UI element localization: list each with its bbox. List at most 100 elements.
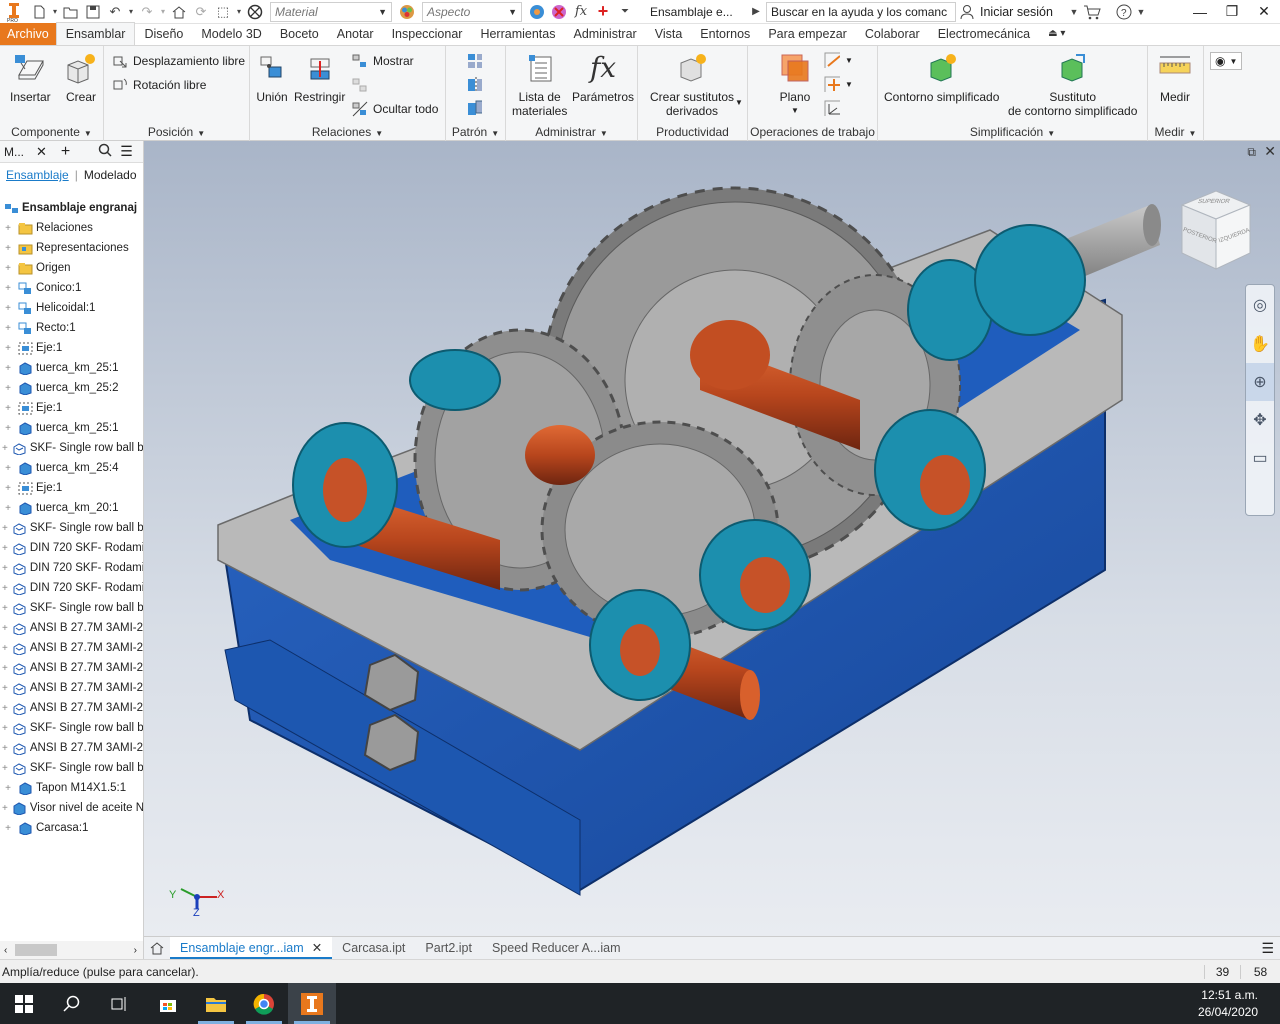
undo-icon[interactable]: ↶ — [104, 1, 126, 23]
expand-icon[interactable]: + — [2, 323, 14, 334]
chevron-right-icon[interactable]: ▶ — [750, 1, 762, 23]
viewcube[interactable]: SUPERIOR POSTERIOR IZQUIERDA — [1178, 189, 1254, 271]
expand-icon[interactable]: + — [2, 803, 8, 814]
document-tab-carcasa[interactable]: Carcasa.ipt — [332, 937, 415, 959]
tree-node[interactable]: + tuerca_km_25:1 — [0, 418, 143, 438]
ribbon-dropdown-button[interactable]: ◉ ▼ — [1210, 52, 1243, 70]
expand-icon[interactable]: + — [2, 463, 14, 474]
material-ball-icon[interactable] — [244, 1, 266, 23]
chevron-down-icon[interactable]: ▼ — [1067, 1, 1081, 23]
tree-node[interactable]: + Eje:1 — [0, 478, 143, 498]
work-axis-button[interactable]: ▼ — [824, 52, 853, 68]
expand-icon[interactable]: + — [2, 443, 8, 454]
tree-node[interactable]: + DIN 720 SKF- Rodami — [0, 538, 143, 558]
chevron-down-icon[interactable]: ▼ — [1135, 1, 1147, 23]
viewport-close-icon[interactable]: ✕ — [1264, 143, 1276, 160]
tree-node[interactable]: + tuerca_km_25:4 — [0, 458, 143, 478]
zoom-icon[interactable]: ⊕ — [1246, 363, 1274, 401]
tree-node[interactable]: + tuerca_km_20:1 — [0, 498, 143, 518]
tab-archivo[interactable]: Archivo — [0, 23, 56, 45]
expand-icon[interactable]: + — [2, 643, 8, 654]
store-icon[interactable] — [144, 983, 192, 1024]
pattern-button[interactable] — [466, 52, 487, 68]
browser-hscrollbar[interactable]: ‹ › — [0, 941, 143, 959]
search-icon[interactable] — [48, 983, 96, 1024]
expand-icon[interactable]: + — [2, 563, 8, 574]
panel-patron-label[interactable]: Patrón ▼ — [446, 125, 505, 139]
tree-node[interactable]: + Origen — [0, 258, 143, 278]
minimize-icon[interactable]: — — [1184, 0, 1216, 24]
restore-icon[interactable]: ❐ — [1216, 0, 1248, 24]
ocultar-todo-button[interactable]: Ocultar todo — [352, 101, 438, 117]
tab-ensamblaje[interactable]: Ensamblaje — [6, 168, 69, 182]
chevron-left-icon[interactable]: ‹ — [4, 945, 7, 956]
orbit-icon[interactable]: ✥ — [1246, 401, 1274, 439]
document-tab-ensamblaje[interactable]: Ensamblaje engr...iam ✕ — [170, 937, 333, 959]
expand-icon[interactable]: + — [2, 603, 8, 614]
panel-administrar-label[interactable]: Administrar ▼ — [506, 125, 637, 139]
tab-boceto[interactable]: Boceto — [271, 23, 328, 45]
close-icon[interactable]: ✕ — [36, 144, 47, 160]
expand-icon[interactable]: + — [2, 543, 8, 554]
tree-node[interactable]: + ANSI B 27.7M 3AMI-2 — [0, 618, 143, 638]
expand-icon[interactable]: + — [2, 403, 14, 414]
tab-para-empezar[interactable]: Para empezar — [759, 23, 856, 45]
expand-icon[interactable]: + — [2, 703, 8, 714]
material-select[interactable]: Material ▼ — [270, 1, 392, 22]
expand-icon[interactable]: + — [2, 723, 8, 734]
parametros-button[interactable]: fx Parámetros — [572, 50, 634, 105]
appearance-icon[interactable] — [396, 1, 418, 23]
expand-icon[interactable]: + — [2, 283, 14, 294]
tree-node[interactable]: + ANSI B 27.7M 3AMI-2 — [0, 738, 143, 758]
tree-node[interactable]: + Representaciones — [0, 238, 143, 258]
document-tab-speed-reducer[interactable]: Speed Reducer A...iam — [482, 937, 631, 959]
chevron-right-icon[interactable]: › — [134, 945, 137, 956]
close-icon[interactable]: ✕ — [1248, 0, 1280, 24]
tree-node[interactable]: + SKF- Single row ball b — [0, 518, 143, 538]
tab-ensamblar[interactable]: Ensamblar — [55, 22, 136, 45]
tree-node[interactable]: + SKF- Single row ball b — [0, 598, 143, 618]
scroll-thumb[interactable] — [15, 944, 58, 956]
steering-wheel-icon[interactable]: ◎ — [1246, 285, 1274, 325]
home-icon[interactable] — [144, 941, 170, 955]
copy-button[interactable] — [466, 100, 487, 116]
expand-icon[interactable]: + — [2, 663, 8, 674]
home-icon[interactable] — [168, 1, 190, 23]
expand-icon[interactable]: + — [2, 823, 14, 834]
task-view-icon[interactable] — [96, 983, 144, 1024]
expand-icon[interactable]: + — [2, 423, 14, 434]
medir-button[interactable]: Medir — [1158, 50, 1192, 104]
plano-button[interactable]: Plano ▼ — [778, 50, 812, 118]
document-list-menu-icon[interactable]: ☰ — [1261, 940, 1274, 957]
tab-administrar[interactable]: Administrar — [564, 23, 645, 45]
cart-icon[interactable] — [1081, 1, 1103, 23]
menu-icon[interactable]: ☰ — [120, 143, 133, 160]
tree-node[interactable]: + DIN 720 SKF- Rodami — [0, 558, 143, 578]
add-icon[interactable]: + — [61, 143, 70, 161]
contorno-simplificado-button[interactable]: Contorno simplificado — [884, 50, 999, 104]
chevron-down-icon[interactable]: ▾ — [126, 1, 136, 23]
expand-icon[interactable]: + — [2, 303, 14, 314]
open-folder-icon[interactable] — [60, 1, 82, 23]
tab-colaborar[interactable]: Colaborar — [856, 23, 929, 45]
show-sick-button[interactable] — [352, 77, 373, 93]
expand-icon[interactable]: + — [2, 223, 14, 234]
inventor-logo-icon[interactable]: PRO — [0, 0, 28, 24]
tab-diseno[interactable]: Diseño — [135, 23, 192, 45]
system-clock[interactable]: 12:51 a.m. 26/04/2020 — [1198, 987, 1258, 1021]
union-button[interactable]: Unión — [255, 50, 289, 104]
tree-node[interactable]: + Relaciones — [0, 218, 143, 238]
panel-medir-label[interactable]: Medir ▼ — [1148, 125, 1203, 139]
document-tab-part2[interactable]: Part2.ipt — [415, 937, 482, 959]
add-icon[interactable]: + — [592, 1, 614, 23]
tab-electromecanica[interactable]: Electromecánica — [929, 23, 1039, 45]
expand-icon[interactable]: + — [2, 783, 14, 794]
tab-modelado[interactable]: Modelado — [84, 168, 137, 182]
select-icon[interactable]: ⬚ — [212, 1, 234, 23]
expand-icon[interactable]: + — [2, 483, 14, 494]
tab-modelo-3d[interactable]: Modelo 3D — [192, 23, 270, 45]
new-file-icon[interactable] — [28, 1, 50, 23]
redo-icon[interactable]: ↷ — [136, 1, 158, 23]
save-icon[interactable] — [82, 1, 104, 23]
tree-node[interactable]: + Eje:1 — [0, 398, 143, 418]
